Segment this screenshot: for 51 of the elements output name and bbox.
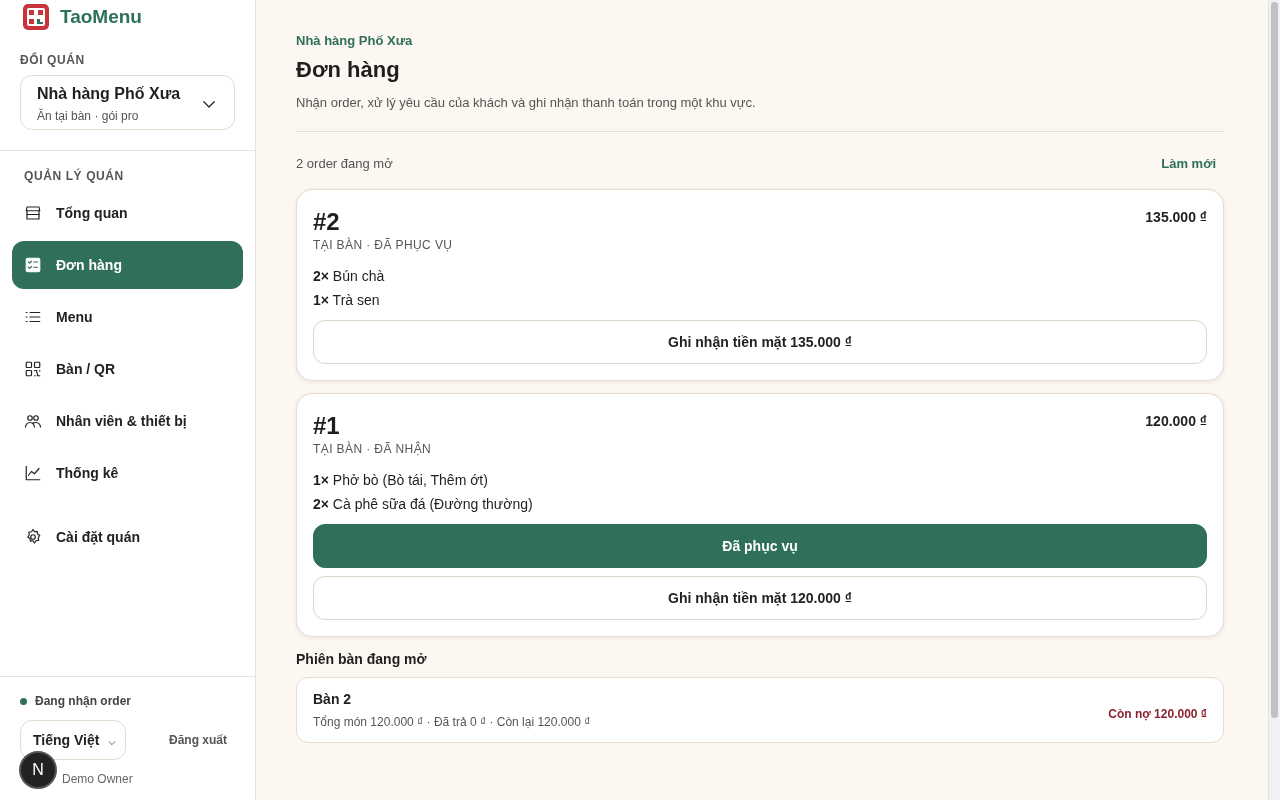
order-number: #2 bbox=[313, 208, 341, 236]
session-summary: Tổng món 120.000 ₫ · Đã trả 0 ₫ · Còn lại 120.000 ₫ bbox=[313, 715, 591, 729]
session-card[interactable]: Bàn 2 Tổng món 120.000 ₫ · Đã trả 0 ₫ · Còn lại 120.000 ₫ Còn nợ 120.000 ₫ bbox=[296, 677, 1224, 743]
status-text: Đang nhận order bbox=[35, 694, 131, 708]
order-item: 2× Cà phê sữa đá (Đường thường) bbox=[313, 495, 534, 514]
section-title: Phiên bàn đang mở bbox=[296, 651, 428, 667]
order-status: TẠI BÀN · ĐÃ PHỤC VỤ bbox=[313, 238, 453, 252]
order-item: 1× Trà sen bbox=[313, 291, 381, 310]
nav-item[interactable]: Tổng quan bbox=[12, 189, 243, 237]
nav-item[interactable]: Nhân viên & thiết bị bbox=[12, 397, 243, 445]
cash-payment-button[interactable]: Ghi nhận tiền mặt 120.000 ₫ bbox=[313, 576, 1207, 620]
user-name: Demo Owner bbox=[61, 772, 134, 786]
order-status: TẠI BÀN · ĐÃ NHẬN bbox=[313, 442, 432, 456]
order-total: 135.000 ₫ bbox=[1145, 209, 1207, 225]
language-select[interactable]: Tiếng Việt bbox=[20, 720, 127, 760]
cash-payment-button[interactable]: Ghi nhận tiền mặt 135.000 ₫ bbox=[313, 320, 1207, 364]
table-name: Bàn 2 bbox=[313, 691, 353, 707]
status-dot bbox=[20, 697, 27, 705]
order-item: 2× Bún chà bbox=[313, 267, 386, 286]
refresh-button[interactable]: Làm mới bbox=[1161, 156, 1216, 171]
people-icon bbox=[24, 412, 42, 430]
nav-item[interactable]: Menu bbox=[12, 293, 243, 341]
page-description: Nhận order, xử lý yêu cầu của khách và ghi nhận thanh toán trong một khu vực. bbox=[296, 95, 757, 110]
nav-item[interactable]: Thống kê bbox=[12, 449, 243, 497]
amount-due: Còn nợ 120.000 ₫ bbox=[1108, 707, 1207, 721]
order-count: 2 order đang mở bbox=[296, 156, 393, 171]
section-label: ĐỔI QUÁN bbox=[20, 53, 86, 67]
restaurant-switcher[interactable]: Nhà hàng Phố Xưa Ăn tại bàn · gói pro bbox=[20, 75, 235, 130]
scrollbar[interactable] bbox=[1268, 0, 1280, 800]
checklist-icon bbox=[24, 256, 42, 274]
qr-code-icon bbox=[24, 360, 42, 378]
order-item: 1× Phở bò (Bò tái, Thêm ớt) bbox=[313, 471, 489, 490]
order-total: 120.000 ₫ bbox=[1145, 413, 1207, 429]
nav-item[interactable]: Cài đặt quán bbox=[12, 513, 243, 561]
brand-name: TaoMenu bbox=[60, 6, 142, 28]
restaurant-subtitle: Ăn tại bàn · gói pro bbox=[37, 109, 140, 123]
nav-item[interactable]: Đơn hàng bbox=[12, 241, 243, 289]
section-label: QUẢN LÝ QUÁN bbox=[23, 167, 125, 185]
logo-icon bbox=[22, 3, 50, 31]
served-button[interactable]: Đã phục vụ bbox=[313, 524, 1207, 568]
scrollbar-thumb[interactable] bbox=[1271, 2, 1278, 718]
store-icon bbox=[24, 204, 42, 222]
line-chart-icon bbox=[24, 464, 42, 482]
page-title: Đơn hàng bbox=[296, 57, 401, 83]
restaurant-name: Nhà hàng Phố Xưa bbox=[296, 33, 414, 48]
logout-link[interactable]: Đăng xuất bbox=[169, 733, 227, 747]
order-number: #1 bbox=[313, 412, 341, 440]
restaurant-name: Nhà hàng Phố Xưa bbox=[37, 85, 181, 103]
nav-item[interactable]: Bàn / QR bbox=[12, 345, 243, 393]
settings-icon bbox=[24, 528, 42, 546]
dev-badge[interactable]: N bbox=[19, 751, 57, 789]
